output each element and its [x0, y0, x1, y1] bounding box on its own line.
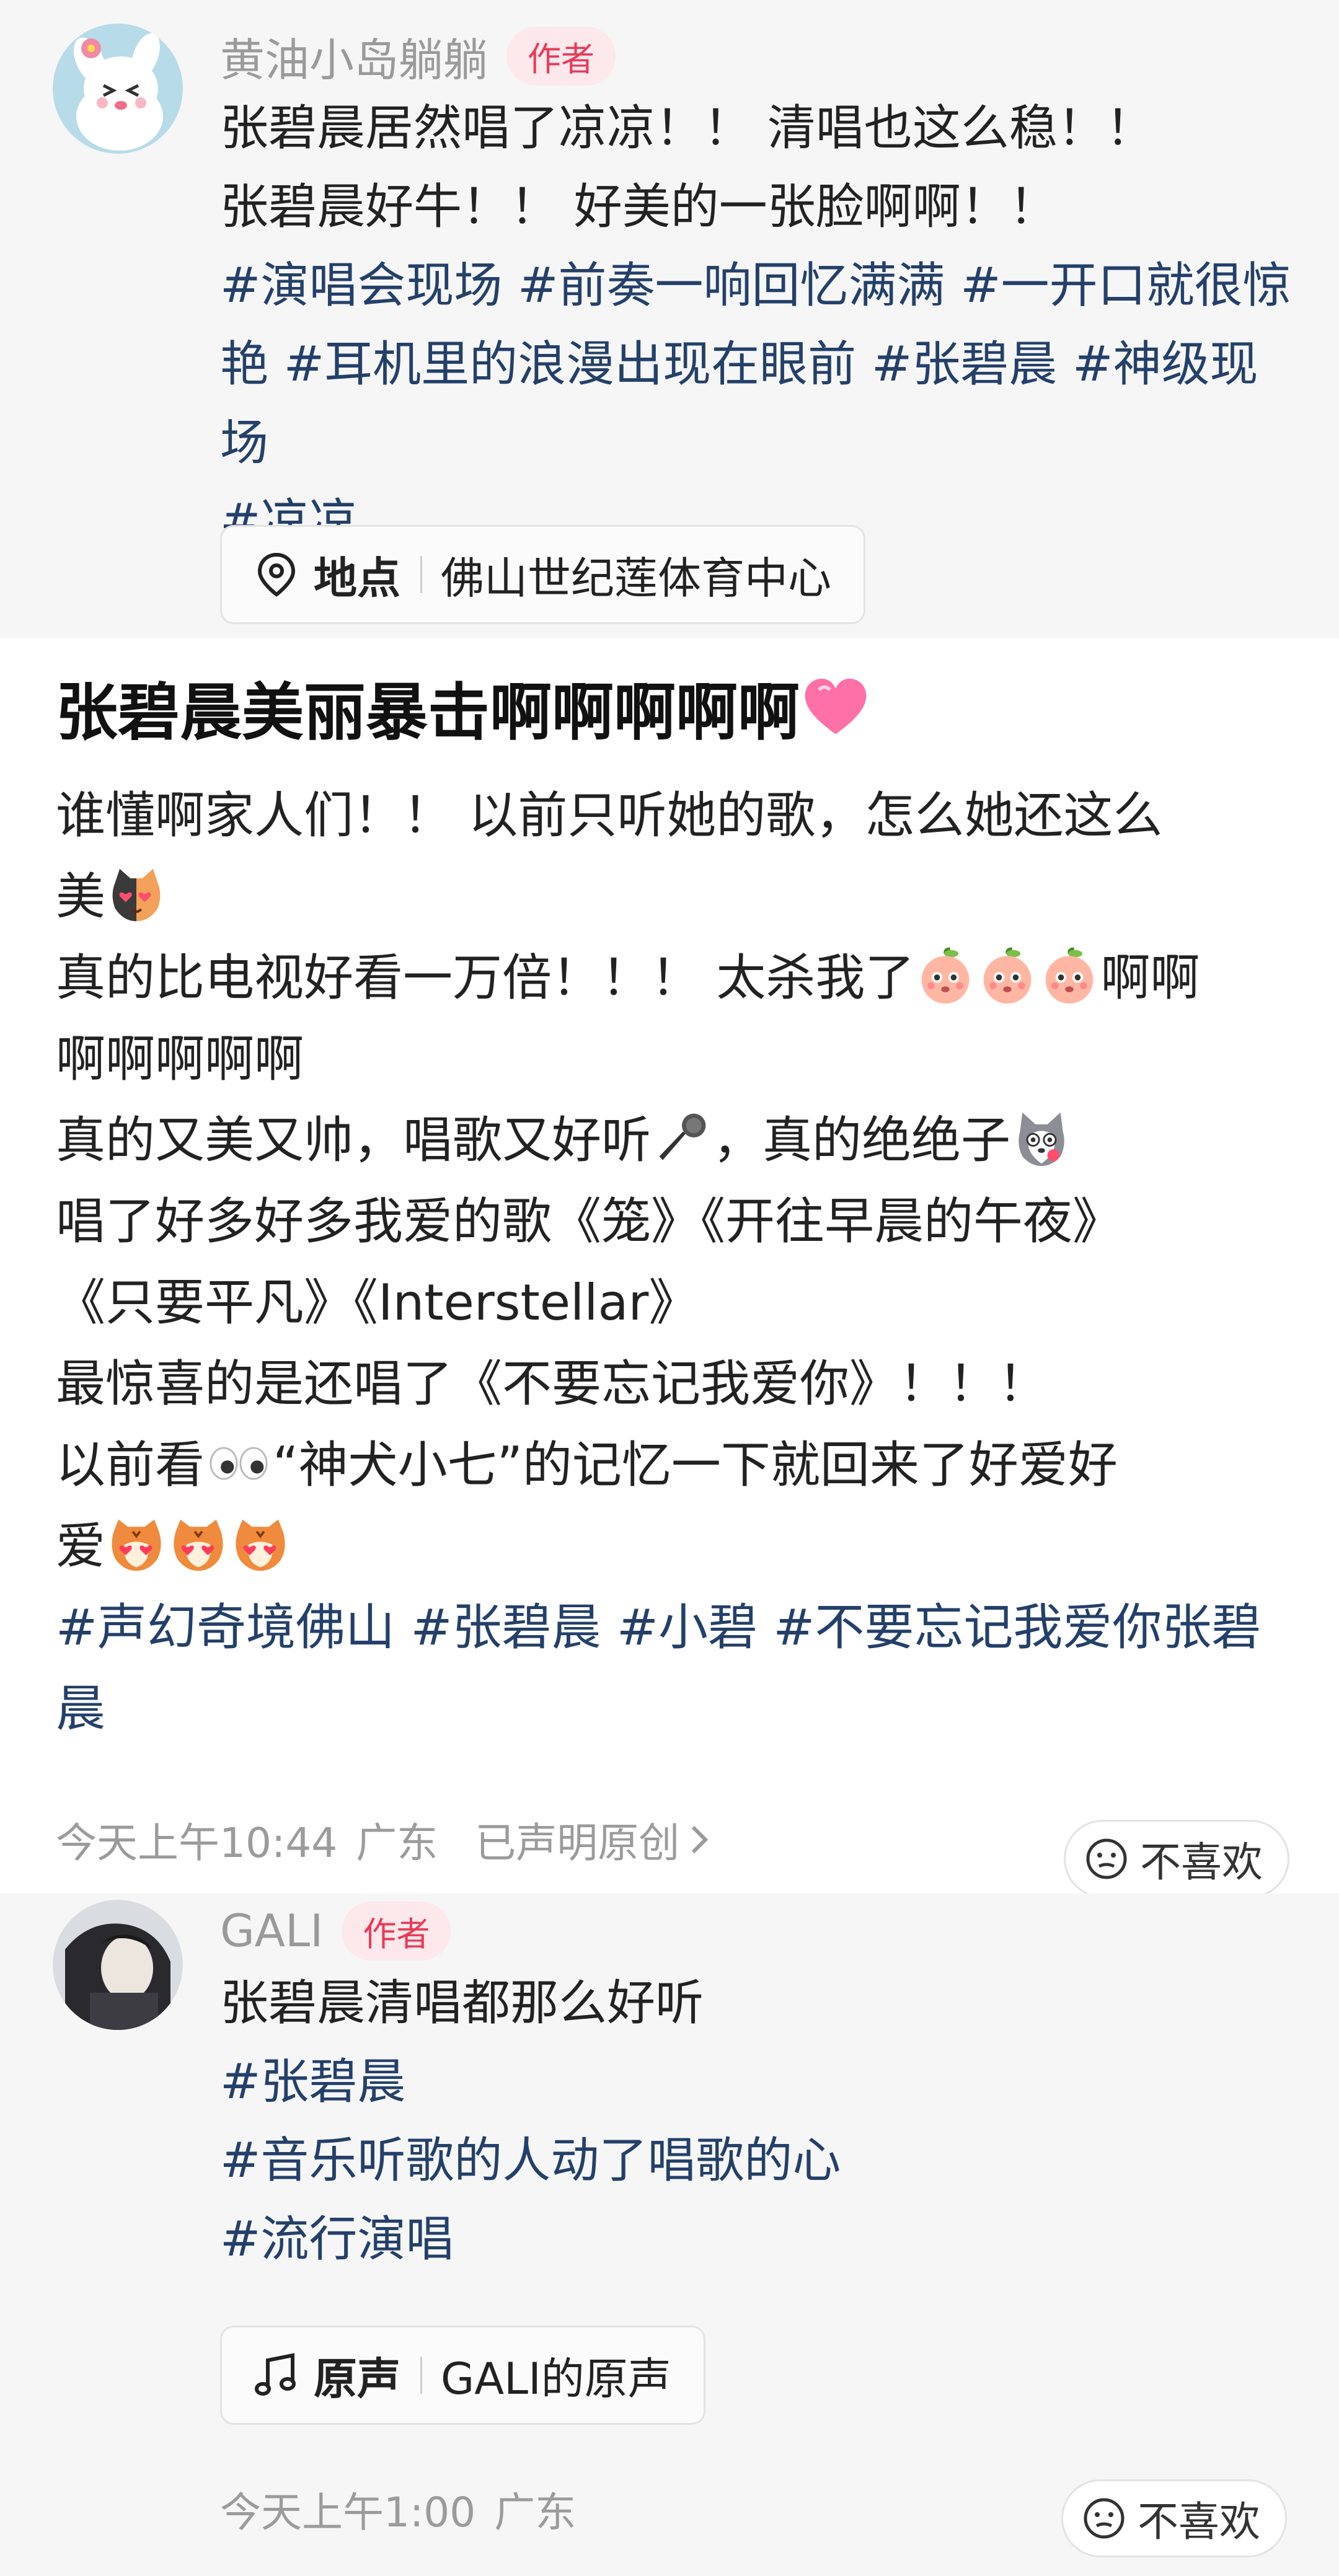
- hashtag-line[interactable]: #演唱会现场 #前奏一响回忆满满 #一开口就很惊: [220, 247, 1302, 325]
- peach-face-icon: [1040, 946, 1099, 1006]
- post-line-text: 真的又美又帅，唱歌又好听: [56, 1111, 651, 1169]
- post-line-text: “神犬小七”的记忆一下就回来了好爱好: [273, 1436, 1118, 1494]
- post-line: 以前看 “神犬小七”的记忆一下就回来了好爱好: [56, 1424, 1296, 1506]
- dislike-label: 不喜欢: [1138, 2498, 1260, 2546]
- author-badge: 作者: [342, 1901, 451, 1961]
- chip-value: 佛山世纪莲体育中心: [441, 552, 831, 604]
- comment-card-2: GALI 作者 张碧晨清唱都那么好听 #张碧晨 #音乐听歌的人动了唱歌的心 #流…: [0, 1894, 1339, 2576]
- hashtag-line[interactable]: 艳 #耳机里的浪漫出现在眼前 #张碧晨 #神级现场: [220, 325, 1302, 483]
- post-line: 爱: [56, 1506, 1296, 1587]
- hashtag-line[interactable]: #音乐听歌的人动了唱歌的心: [220, 2122, 1302, 2200]
- post-line: 美: [56, 856, 1296, 937]
- chip-label: 原声: [314, 2353, 400, 2404]
- post-time: 今天上午10:44: [56, 1819, 338, 1867]
- post-meta: 今天上午10:44 广东 已声明原创: [56, 1810, 712, 1869]
- meh-face-icon: [1086, 1838, 1127, 1879]
- post-hashtags[interactable]: #声幻奇境佛山 #张碧晨 #小碧 #不要忘记我爱你张碧: [56, 1587, 1296, 1668]
- post-line-text: ，真的绝绝子: [713, 1111, 1010, 1169]
- post-line: 《只要平凡》《Interstellar》: [56, 1274, 699, 1331]
- comment-body: 黄油小岛躺躺 作者 张碧晨居然唱了凉凉！！ 清唱也这么稳！！ 张碧晨好牛！！ 好…: [220, 25, 1302, 562]
- location-pin-icon: [257, 552, 296, 597]
- pink-heart-icon: [801, 673, 870, 743]
- tiger-heart-icon: [169, 1515, 228, 1574]
- post-line-text: 美: [56, 868, 105, 925]
- author-name[interactable]: GALI: [220, 1905, 323, 1957]
- author-badge: 作者: [506, 26, 616, 86]
- comment-card-1: 黄油小岛躺躺 作者 张碧晨居然唱了凉凉！！ 清唱也这么稳！！ 张碧晨好牛！！ 好…: [0, 0, 1339, 638]
- peach-face-icon: [978, 946, 1037, 1006]
- post-title: 张碧晨美丽暴击啊啊啊啊啊: [56, 669, 872, 756]
- comment-meta: 今天上午1:00 广东: [220, 2479, 576, 2539]
- author-row: 黄油小岛躺躺 作者: [220, 25, 1302, 87]
- peach-face-icon: [916, 946, 975, 1006]
- post-line: 真的比电视好看一万倍！！！ 太杀我了 啊啊: [56, 937, 1296, 1018]
- location-chip[interactable]: 地点 佛山世纪莲体育中心: [220, 525, 865, 624]
- avatar[interactable]: [53, 24, 183, 154]
- microphone-icon: [652, 1109, 712, 1168]
- post-line-text: 爱: [56, 1517, 105, 1575]
- husky-dog-icon: [1012, 1109, 1071, 1168]
- dislike-button[interactable]: 不喜欢: [1064, 1820, 1289, 1898]
- original-declaration-link[interactable]: 已声明原创: [475, 1810, 679, 1869]
- comment-time: 今天上午1:00: [220, 2489, 476, 2536]
- comment-text-line: 张碧晨居然唱了凉凉！！ 清唱也这么稳！！: [220, 100, 1154, 156]
- post-title-text: 张碧晨美丽暴击啊啊啊啊啊: [56, 676, 800, 749]
- tiger-heart-icon: [107, 1515, 166, 1574]
- author-name[interactable]: 黄油小岛躺躺: [220, 24, 488, 89]
- post-line-text: 以前看: [56, 1436, 205, 1494]
- chip-value: GALI的原声: [441, 2353, 671, 2404]
- avatar[interactable]: [53, 1900, 183, 2030]
- eyes-icon: [206, 1434, 272, 1493]
- hashtag-line[interactable]: #流行演唱: [220, 2200, 1302, 2279]
- chip-divider: [420, 2357, 422, 2394]
- music-note-icon: [255, 2353, 296, 2396]
- post-line: 最惊喜的是还唱了《不要忘记我爱你》！！！: [56, 1355, 1048, 1413]
- post-line-text: 真的比电视好看一万倍！！！ 太杀我了: [56, 949, 915, 1007]
- heart-eyes-cat-icon: [107, 865, 166, 925]
- tiger-heart-icon: [231, 1515, 290, 1574]
- chip-label: 地点: [314, 552, 400, 604]
- post-line: 啊啊啊啊啊: [56, 1030, 304, 1088]
- author-row: GALI 作者: [220, 1900, 1302, 1962]
- meh-face-icon: [1084, 2498, 1125, 2539]
- chip-divider: [420, 556, 422, 593]
- post-location: 广东: [356, 1819, 438, 1867]
- post-line-text: 啊啊: [1100, 949, 1200, 1007]
- dislike-label: 不喜欢: [1140, 1838, 1263, 1886]
- dislike-button[interactable]: 不喜欢: [1061, 2479, 1287, 2557]
- post-card: 张碧晨美丽暴击啊啊啊啊啊 谁懂啊家人们！！ 以前只听她的歌，怎么她还这么 美 真…: [0, 638, 1339, 1898]
- post-line: 谁懂啊家人们！！ 以前只听她的歌，怎么她还这么: [56, 787, 1163, 844]
- comment-body: GALI 作者 张碧晨清唱都那么好听 #张碧晨 #音乐听歌的人动了唱歌的心 #流…: [220, 1900, 1302, 2279]
- post-hashtags[interactable]: 晨: [56, 1668, 1296, 1749]
- comment-text-line: 张碧晨清唱都那么好听: [220, 1975, 704, 2031]
- hashtag-line[interactable]: #张碧晨: [220, 2043, 1302, 2122]
- chevron-right-icon[interactable]: [687, 1821, 712, 1858]
- post-line: 唱了好多好多我爱的歌《笼》《开往早晨的午夜》: [56, 1193, 1122, 1250]
- original-sound-chip[interactable]: 原声 GALI的原声: [220, 2326, 705, 2425]
- post-line: 真的又美又帅，唱歌又好听 ，真的绝绝子: [56, 1100, 1296, 1181]
- post-body: 谁懂啊家人们！！ 以前只听她的歌，怎么她还这么 美 真的比电视好看一万倍！！！ …: [56, 775, 1296, 1749]
- comment-text-line: 张碧晨好牛！！ 好美的一张脸啊啊！！: [220, 179, 1058, 235]
- comment-location: 广东: [494, 2489, 577, 2536]
